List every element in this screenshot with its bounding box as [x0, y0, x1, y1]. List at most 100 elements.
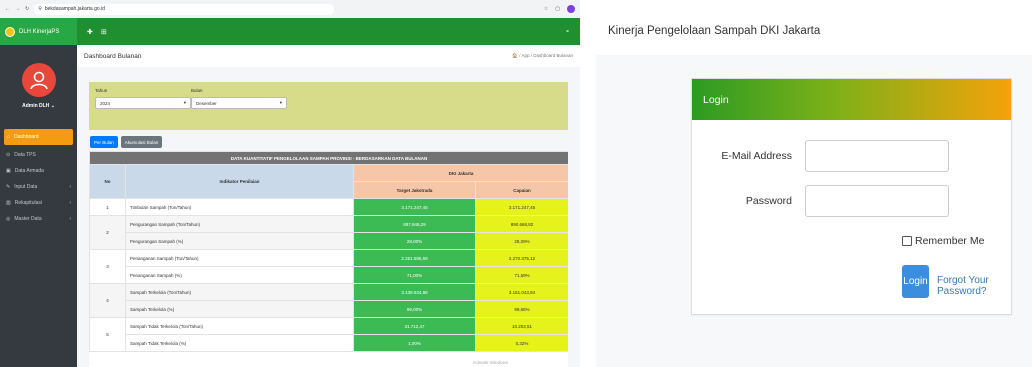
- sidebar-item-label: Rekapitulasi: [14, 200, 42, 206]
- dashboard-app: DLH KinerjaPS Admin DLH ⌄ ⌂ Dashboard ⊙ …: [0, 18, 580, 367]
- notification-icon[interactable]: ⚬: [565, 28, 570, 35]
- brand[interactable]: DLH KinerjaPS: [0, 18, 77, 45]
- address-bar[interactable]: ⚲ bekdasampah.jakarta.go.id: [34, 3, 335, 15]
- cell-no: 2: [89, 215, 126, 250]
- sidebar-item-rekapitulasi[interactable]: ▥ Rekapitulasi ‹: [0, 195, 77, 211]
- brand-logo-icon: [5, 26, 15, 37]
- cell-capaian: 28,09%: [474, 232, 568, 250]
- password-field[interactable]: [805, 185, 949, 217]
- cell-indikator: Penanganan Sampah (%): [125, 266, 354, 284]
- password-label: Password: [745, 195, 792, 207]
- data-table: DATA KUANTITATIF PENGELOLAAN SAMPAH PROV…: [89, 151, 568, 352]
- cell-no: 3: [89, 249, 126, 284]
- sidebar-item-master-data[interactable]: ◎ Master Data ‹: [0, 211, 77, 227]
- table-row: Pengurangan Sampah (%) 28,00% 28,09%: [90, 232, 568, 250]
- brand-name: DLH KinerjaPS: [19, 28, 60, 35]
- chevron-left-icon: ‹: [69, 200, 71, 206]
- table-row: 4 Sampah Terkelola (Ton/Tahun) 3.139.534…: [89, 283, 568, 318]
- table-row: 1 Timbulan Sampah (Ton/Tahun) 3.171.247,…: [89, 198, 568, 216]
- cell-indikator: Sampah Terkelola (Ton/Tahun): [125, 283, 354, 301]
- month-value: Desember: [196, 100, 217, 106]
- fullscreen-icon[interactable]: ⊞: [101, 28, 107, 36]
- url-text: bekdasampah.jakarta.go.id: [44, 6, 105, 12]
- screenshot-stage: ← → ↻ ⚲ bekdasampah.jakarta.go.id ☆ ▢ DL…: [0, 0, 1032, 367]
- cell-target: 3.171.247,45: [353, 198, 476, 216]
- pin-icon: ⊙: [6, 152, 11, 158]
- cell-indikator: Pengurangan Sampah (%): [125, 232, 354, 250]
- menu-toggle-icon[interactable]: ✚: [87, 28, 93, 36]
- sidebar: DLH KinerjaPS Admin DLH ⌄ ⌂ Dashboard ⊙ …: [0, 18, 77, 367]
- cell-capaian: 99,68%: [474, 300, 568, 318]
- page-title: Dashboard Bulanan: [84, 52, 142, 60]
- table-row: 3 Penanganan Sampah (Ton/Tahun) 2.251.58…: [89, 249, 568, 284]
- month-select[interactable]: Desember ▾: [191, 97, 287, 109]
- cell-indikator: Sampah Tidak Terkelola (Ton/Tahun): [125, 317, 354, 335]
- login-page: Kinerja Pengelolaan Sampah DKI Jakarta L…: [596, 0, 1032, 367]
- chevron-down-icon: ⌄: [50, 103, 55, 109]
- month-filter: Bulan Desember ▾: [191, 88, 287, 109]
- cell-target: 31.712,47: [353, 317, 476, 335]
- sidebar-item-input-data[interactable]: ✎ Input Data ‹: [0, 179, 77, 195]
- remember-checkbox[interactable]: [902, 236, 912, 246]
- view-toggle: Per Bulan Akumulasi Bulan: [90, 136, 163, 148]
- akumulasi-button[interactable]: Akumulasi Bulan: [120, 136, 163, 148]
- reload-icon[interactable]: ↻: [25, 6, 29, 12]
- browser-toolbar: ← → ↻ ⚲ bekdasampah.jakarta.go.id ☆ ▢: [0, 0, 580, 18]
- remember-me[interactable]: Remember Me: [902, 235, 984, 247]
- database-icon: ◎: [6, 216, 11, 222]
- email-field[interactable]: [805, 140, 949, 172]
- cell-no: 1: [89, 198, 126, 216]
- chart-icon: ▥: [6, 200, 11, 206]
- extensions-icon[interactable]: ▢: [555, 6, 560, 12]
- column-group-dki: DKI Jakarta: [352, 164, 568, 182]
- sidebar-item-label: Dashboard: [14, 134, 39, 140]
- filter-panel: Tahun 2024 ▾ Bulan Desember ▾: [89, 82, 568, 130]
- sidebar-item-data-armada[interactable]: ▣ Data Armada: [0, 163, 77, 179]
- breadcrumb[interactable]: 🏠 / App / Dashboard Bulanan: [512, 53, 573, 59]
- back-icon[interactable]: ←: [5, 6, 10, 12]
- per-bulan-button[interactable]: Per Bulan: [90, 136, 118, 148]
- sidebar-item-data-tps[interactable]: ⊙ Data TPS: [0, 147, 77, 163]
- sidebar-item-label: Master Data: [14, 216, 42, 222]
- cell-target: 71,00%: [353, 266, 476, 284]
- chevron-down-icon: ▾: [279, 100, 282, 105]
- cell-capaian: 3.171.247,45: [474, 198, 568, 216]
- cell-capaian: 71,59%: [474, 266, 568, 284]
- forward-icon[interactable]: →: [15, 6, 20, 12]
- forgot-password-link[interactable]: Forgot Your Password?: [937, 275, 1011, 297]
- year-label: Tahun: [95, 88, 108, 93]
- chevron-left-icon: ‹: [69, 216, 71, 222]
- cell-target: 2.251.585,69: [353, 249, 476, 267]
- profile-avatar[interactable]: [567, 5, 575, 13]
- user-name[interactable]: Admin DLH ⌄: [22, 103, 55, 109]
- chevron-down-icon: ▾: [183, 100, 186, 105]
- column-header-target: Target Jakstrada: [353, 181, 476, 199]
- sidebar-item-dashboard[interactable]: ⌂ Dashboard: [4, 129, 73, 145]
- app-title: Kinerja Pengelolaan Sampah DKI Jakarta: [608, 25, 821, 37]
- browser-window: ← → ↻ ⚲ bekdasampah.jakarta.go.id ☆ ▢ DL…: [0, 0, 580, 367]
- month-label: Bulan: [191, 88, 203, 93]
- bookmark-icon[interactable]: ☆: [544, 6, 548, 12]
- truck-icon: ▣: [6, 168, 11, 174]
- home-icon: ⌂: [7, 134, 11, 140]
- cell-indikator: Sampah Terkelola (%): [125, 300, 354, 318]
- table-row: Sampah Terkelola (%) 99,00% 99,68%: [90, 300, 568, 318]
- top-navbar: ✚ ⊞ ⚬: [77, 18, 580, 45]
- remember-label: Remember Me: [915, 235, 985, 247]
- table-row: 2 Pengurangan Sampah (Ton/Tahun) 887.949…: [89, 215, 568, 250]
- cell-target: 1,00%: [353, 334, 476, 352]
- column-header-no: No: [89, 164, 126, 199]
- login-button[interactable]: Login: [902, 265, 929, 298]
- browser-nav: ← → ↻: [5, 6, 29, 12]
- cell-no: 4: [89, 283, 126, 318]
- cell-capaian: 890.668,82: [474, 215, 568, 233]
- year-select[interactable]: 2024 ▾: [95, 97, 191, 109]
- cell-capaian: 0,32%: [474, 334, 568, 352]
- cell-target: 887.949,29: [353, 215, 476, 233]
- cell-indikator: Sampah Tidak Terkelola (%): [125, 334, 354, 352]
- cell-target: 28,00%: [353, 232, 476, 250]
- site-info-icon[interactable]: ⚲: [38, 6, 42, 12]
- chevron-left-icon: ‹: [69, 184, 71, 190]
- table-row: 5 Sampah Tidak Terkelola (Ton/Tahun) 31.…: [89, 317, 568, 352]
- os-watermark: Activate Windows: [472, 360, 508, 365]
